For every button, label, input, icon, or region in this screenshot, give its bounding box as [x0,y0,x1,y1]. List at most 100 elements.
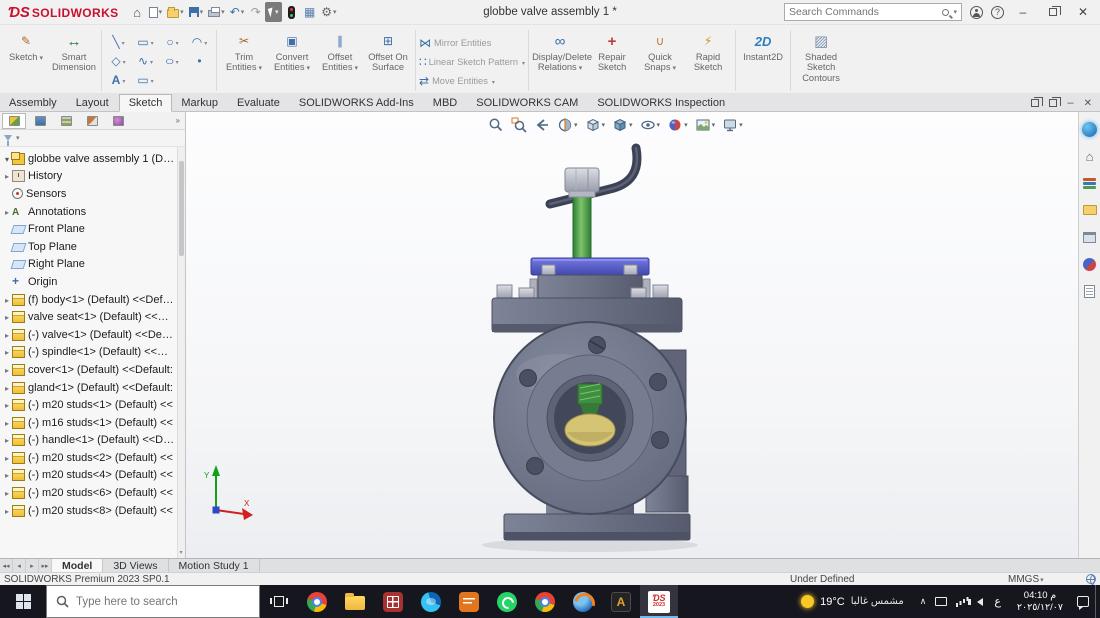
doc-close-icon[interactable]: ✕ [1084,98,1092,109]
network-icon[interactable] [956,597,968,607]
tree-item-gland[interactable]: gland<1> (Default) <<Default: [2,379,175,397]
scroll-down-arrow-icon[interactable]: ▾ [177,549,185,558]
tree-item-handle[interactable]: (-) handle<1> (Default) <<Def... [2,432,175,450]
tree-item-sensors[interactable]: Sensors [2,185,175,203]
action-center-icon[interactable] [1077,596,1089,610]
edge-app-button[interactable] [412,585,450,618]
linear-sketch-pattern-button[interactable]: Linear Sketch Pattern [419,53,525,70]
options-button[interactable]: ▾ [319,2,338,22]
panel-tabs-overflow-chevron[interactable]: » [176,116,183,125]
displaymanager-tab[interactable] [106,113,130,129]
tree-item-m16-studs-1[interactable]: (-) m16 studs<1> (Default) << [2,414,175,432]
scroll-tabs-first-button[interactable]: ◂◂ [0,559,13,572]
tree-item-body[interactable]: (f) body<1> (Default) <<Defau... [2,291,175,309]
previous-view-button[interactable] [532,114,552,136]
print-button[interactable]: ▾ [206,2,227,22]
section-view-button[interactable]: ▾ [555,114,580,136]
user-account-icon[interactable] [970,5,983,19]
tree-item-history[interactable]: History [2,168,175,186]
tab-solidworks-cam[interactable]: SOLIDWORKS CAM [467,95,588,111]
task-view-button[interactable] [260,585,298,618]
scroll-tabs-last-button[interactable]: ▸▸ [39,559,52,572]
tree-scrollbar-thumb[interactable] [179,161,184,256]
tab-mbd[interactable]: MBD [424,95,467,111]
zoom-to-area-button[interactable] [509,114,529,136]
adobe-app-button[interactable] [602,585,640,618]
valve-3d-model[interactable]: Y X [186,112,1078,558]
home-button[interactable] [129,2,146,22]
display-tray-icon[interactable] [935,597,948,606]
rectangle-tool-button[interactable] [132,32,159,51]
new-document-button[interactable]: ▾ [147,2,165,22]
zoom-to-fit-button[interactable] [486,114,506,136]
show-desktop-button[interactable] [1095,585,1100,618]
slot-tool-button[interactable] [132,70,159,89]
hidden-icons-chevron[interactable]: ∧ [920,596,927,607]
command-search-input[interactable] [789,6,940,18]
firefox-app-button[interactable] [564,585,602,618]
display-delete-relations-button[interactable]: Display/Delete Relations [532,28,592,93]
tab-motion-study-1[interactable]: Motion Study 1 [169,559,260,572]
tree-item-valve[interactable]: (-) valve<1> (Default) <<Defau... [2,326,175,344]
text-tool-button[interactable] [105,70,132,89]
doc-restore-icon[interactable] [1031,97,1044,107]
solidworks-resources-button[interactable] [1081,147,1099,165]
repair-sketch-button[interactable]: Repair Sketch [588,28,636,93]
instant2d-button[interactable]: 2D Instant2D [739,28,787,93]
tree-scrollbar[interactable]: ▾ [177,147,185,558]
appearances-button[interactable] [1081,255,1099,273]
offset-entities-button[interactable]: Offset Entities [316,28,364,93]
scroll-tabs-right-button[interactable]: ▸ [26,559,39,572]
file-explorer-button[interactable] [1081,201,1099,219]
help-icon[interactable] [991,5,1004,19]
taskbar-search-input[interactable] [76,595,250,608]
view-settings-button[interactable]: ▾ [720,114,745,136]
offset-on-surface-button[interactable]: Offset On Surface [364,28,412,93]
red-app-button[interactable] [374,585,412,618]
taskbar-search-box[interactable] [46,585,260,618]
tab-markup[interactable]: Markup [172,95,228,111]
tree-item-m20-studs-6[interactable]: (-) m20 studs<6> (Default) << [2,484,175,502]
tab-evaluate[interactable]: Evaluate [228,95,290,111]
globe-icon[interactable] [1086,574,1096,585]
hide-show-items-button[interactable]: ▾ [638,114,663,136]
dimxpertmanager-tab[interactable] [80,113,104,129]
tree-item-origin[interactable]: Origin [2,273,175,291]
undo-button[interactable]: ▾ [228,2,247,22]
minimize-button[interactable]: – [1012,2,1034,22]
polygon-tool-button[interactable] [105,51,132,70]
quick-snaps-button[interactable]: Quick Snaps [636,28,684,93]
selection-filter-button[interactable] [283,2,300,22]
taskbar-weather-widget[interactable]: 19°C مشمس غالبا [791,595,914,608]
configurationmanager-tab[interactable] [54,113,78,129]
file-explorer-app-button[interactable] [336,585,374,618]
trim-entities-button[interactable]: Trim Entities [220,28,268,93]
convert-entities-button[interactable]: Convert Entities [268,28,316,93]
3dexperience-button[interactable] [1081,120,1099,138]
tree-item-right-plane[interactable]: Right Plane [2,256,175,274]
tree-item-annotations[interactable]: Annotations [2,203,175,221]
apply-scene-button[interactable]: ▾ [693,114,718,136]
propertymanager-tab[interactable] [28,113,52,129]
line-tool-button[interactable] [105,32,132,51]
design-library-button[interactable] [1081,174,1099,192]
smart-dimension-button[interactable]: Smart Dimension [50,28,98,93]
tree-item-front-plane[interactable]: Front Plane [2,220,175,238]
chrome-app-button[interactable] [298,585,336,618]
units-selector[interactable]: MMGS ▾ [1008,574,1044,585]
restore-button[interactable] [1042,2,1064,22]
edit-appearance-button[interactable]: ▾ [665,114,690,136]
view-orientation-button[interactable]: ▾ [583,114,608,136]
save-button[interactable]: ▾ [187,2,206,22]
tree-root-item[interactable]: globbe valve assembly 1 (Default) - [2,150,175,168]
redo-button[interactable] [247,2,264,22]
doc-minimize-icon[interactable]: – [1067,97,1073,109]
start-button[interactable] [0,585,46,618]
move-entities-button[interactable]: Move Entities [419,72,525,89]
tab-3d-views[interactable]: 3D Views [103,559,169,572]
graphics-viewport[interactable]: Y X ▾ ▾ ▾ ▾ ▾ ▾ ▾ [186,112,1078,558]
doc-cascade-icon[interactable] [1049,97,1062,107]
sketch-button[interactable]: Sketch [2,28,50,93]
rapid-sketch-button[interactable]: Rapid Sketch [684,28,732,93]
tree-item-valve-seat[interactable]: valve seat<1> (Default) <<Def... [2,308,175,326]
